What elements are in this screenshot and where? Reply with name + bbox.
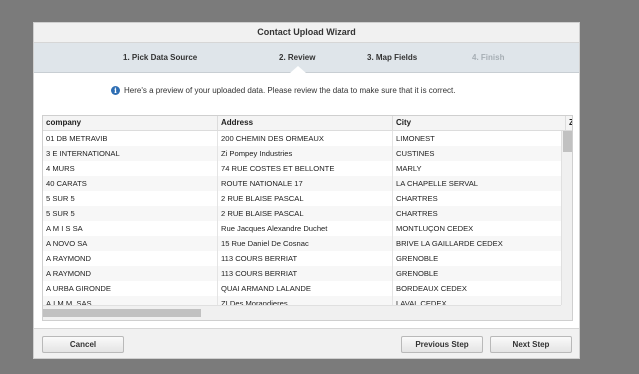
previous-step-button[interactable]: Previous Step xyxy=(401,336,483,353)
cell-city: CUSTINES xyxy=(392,146,561,161)
info-text: Here's a preview of your uploaded data. … xyxy=(124,86,456,95)
cell-address: Rue Jacques Alexandre Duchet xyxy=(217,221,392,236)
dialog-title: Contact Upload Wizard xyxy=(34,23,579,43)
cell-address: 200 CHEMIN DES ORMEAUX xyxy=(217,131,392,146)
horizontal-scrollbar[interactable] xyxy=(43,305,561,320)
table-row[interactable]: 4 MURS 74 RUE COSTES ET BELLONTE MARLY xyxy=(43,161,561,176)
cell-city: MARLY xyxy=(392,161,561,176)
cell-city: LA CHAPELLE SERVAL xyxy=(392,176,561,191)
table-row[interactable]: A RAYMOND 113 COURS BERRIAT GRENOBLE xyxy=(43,266,561,281)
table-row[interactable]: A RAYMOND 113 COURS BERRIAT GRENOBLE xyxy=(43,251,561,266)
cell-city: GRENOBLE xyxy=(392,251,561,266)
column-header-company[interactable]: company xyxy=(43,116,217,130)
cell-company: 01 DB METRAVIB xyxy=(46,134,108,143)
cell-company: 4 MURS xyxy=(46,164,75,173)
cell-company: A RAYMOND xyxy=(46,254,92,263)
table-row[interactable]: 3 E INTERNATIONAL Zi Pompey Industries CUS… xyxy=(43,146,561,161)
table-row[interactable]: A M I S SA Rue Jacques Alexandre Duchet MO… xyxy=(43,221,561,236)
cell-city: LIMONEST xyxy=(392,131,561,146)
cell-address: 2 RUE BLAISE PASCAL xyxy=(217,191,392,206)
table-row[interactable]: A URBA GIRONDE QUAI ARMAND LALANDE BORDEAU… xyxy=(43,281,561,296)
table-row[interactable]: 01 DB METRAVIB 200 CHEMIN DES ORMEAUX LIMO… xyxy=(43,131,561,146)
cell-company: A URBA GIRONDE xyxy=(46,284,111,293)
vertical-scrollbar[interactable] xyxy=(561,131,572,305)
cell-company: 5 SUR 5 xyxy=(46,194,75,203)
cell-address: QUAI ARMAND LALANDE xyxy=(217,281,392,296)
cell-address: 113 COURS BERRIAT xyxy=(217,251,392,266)
cell-city: CHARTRES xyxy=(392,191,561,206)
column-header-address[interactable]: Address xyxy=(217,116,392,130)
cell-company: A NOVO SA xyxy=(46,239,88,248)
cell-company: A M I S SA xyxy=(46,224,83,233)
cell-address: 2 RUE BLAISE PASCAL xyxy=(217,206,392,221)
grid-header: company Address City Z xyxy=(43,116,572,131)
cell-city: MONTLUÇON CEDEX xyxy=(392,221,561,236)
cell-company: 5 SUR 5 xyxy=(46,209,75,218)
contact-upload-wizard-dialog: Contact Upload Wizard 1. Pick Data Sourc… xyxy=(33,22,580,359)
step-pick-data-source: 1. Pick Data Source xyxy=(123,53,198,62)
grid-rows: 01 DB METRAVIB 200 CHEMIN DES ORMEAUX LIMO… xyxy=(43,131,561,311)
data-preview-grid: company Address City Z 01 DB METRAVIB 200… xyxy=(42,115,573,321)
cancel-button[interactable]: Cancel xyxy=(42,336,124,353)
vertical-scroll-thumb[interactable] xyxy=(563,131,572,152)
cell-city: BRIVE LA GAILLARDE CEDEX xyxy=(392,236,561,251)
cell-city: CHARTRES xyxy=(392,206,561,221)
info-circle-icon: i xyxy=(111,86,120,96)
cell-city: BORDEAUX CEDEX xyxy=(392,281,561,296)
column-header-city[interactable]: City xyxy=(392,116,565,130)
table-row[interactable]: A NOVO SA 15 Rue Daniel De Cosnac BRIVE LA… xyxy=(43,236,561,251)
cell-company: A RAYMOND xyxy=(46,269,92,278)
cell-city: GRENOBLE xyxy=(392,266,561,281)
step-map-fields: 3. Map Fields xyxy=(367,53,418,62)
cell-address: 74 RUE COSTES ET BELLONTE xyxy=(217,161,392,176)
info-message: i Here's a preview of your uploaded data.… xyxy=(111,84,455,97)
step-finish: 4. Finish xyxy=(472,53,505,62)
cell-address: Zi Pompey Industries xyxy=(217,146,392,161)
table-row[interactable]: 40 CARATS ROUTE NATIONALE 17 LA CHAPELLE S… xyxy=(43,176,561,191)
table-row[interactable]: 5 SUR 5 2 RUE BLAISE PASCAL CHARTRES xyxy=(43,206,561,221)
next-step-button[interactable]: Next Step xyxy=(490,336,572,353)
scrollbar-corner xyxy=(561,305,572,320)
review-content: i Here's a preview of your uploaded data.… xyxy=(34,73,579,329)
cell-company: 3 E INTERNATIONAL xyxy=(46,149,120,158)
horizontal-scroll-thumb[interactable] xyxy=(43,309,201,317)
active-step-pointer xyxy=(290,66,306,73)
cell-address: 113 COURS BERRIAT xyxy=(217,266,392,281)
cell-company: 40 CARATS xyxy=(46,179,87,188)
cell-address: 15 Rue Daniel De Cosnac xyxy=(217,236,392,251)
cell-address: ROUTE NATIONALE 17 xyxy=(217,176,392,191)
wizard-steps-bar: 1. Pick Data Source 2. Review 3. Map Fie… xyxy=(34,43,579,73)
column-header-zip[interactable]: Z xyxy=(565,116,572,130)
table-row[interactable]: 5 SUR 5 2 RUE BLAISE PASCAL CHARTRES xyxy=(43,191,561,206)
